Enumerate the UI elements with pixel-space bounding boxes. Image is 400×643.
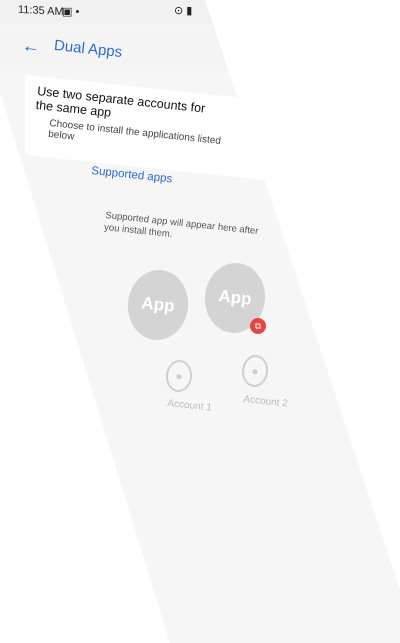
app-icon-label: App	[140, 293, 176, 316]
account-2-label: Account 2	[242, 394, 289, 410]
status-system-icons: ⊙ ▮	[174, 5, 193, 17]
dual-badge-icon: ⧉	[250, 318, 266, 334]
phone-screen: 11:35 AM ▣ • ⊙ ▮ ← Dual Apps Use two sep…	[0, 0, 400, 643]
status-notification-icons: ▣ •	[62, 6, 80, 18]
account-1-icon: ●	[164, 358, 194, 394]
status-time: 11:35 AM	[18, 3, 64, 19]
arrow-left-icon[interactable]: ←	[21, 35, 41, 58]
app-icon-placeholder: App	[124, 267, 192, 343]
account-1-label: Account 1	[166, 398, 213, 414]
account-2-icon: ●	[240, 353, 270, 389]
supported-apps-note: Supported app will appear here after you…	[103, 210, 259, 241]
dual-app-icon-label: App	[217, 286, 253, 309]
